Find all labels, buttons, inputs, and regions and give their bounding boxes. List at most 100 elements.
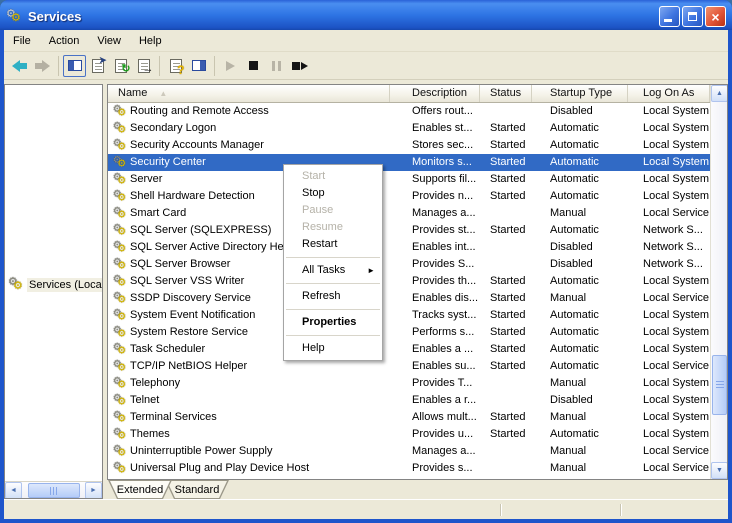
vertical-scrollbar[interactable]: ▲ ▼ [710, 85, 727, 479]
context-menu-item-restart[interactable]: Restart [284, 236, 382, 253]
menu-help[interactable]: Help [130, 32, 171, 50]
table-row[interactable]: ⚙⚙Task Scheduler Enables a ... Started A… [108, 341, 710, 358]
service-status: Started [480, 154, 532, 171]
context-menu-item-all-tasks[interactable]: All Tasks► [284, 262, 382, 279]
column-header-description[interactable]: Description [390, 85, 480, 102]
horizontal-scroll-thumb[interactable] [28, 483, 80, 498]
table-row[interactable]: ⚙⚙Secondary Logon Enables st... Started … [108, 120, 710, 137]
service-name: Telephony [130, 375, 180, 392]
context-menu-item-stop[interactable]: Stop [284, 185, 382, 202]
service-log-on-as: Local System [628, 171, 710, 188]
toolbar-separator [214, 56, 215, 76]
export-list-button[interactable]: → [132, 55, 155, 77]
service-startup-type: Automatic [532, 137, 628, 154]
table-row[interactable]: ⚙⚙SSDP Discovery Service Enables dis... … [108, 290, 710, 307]
scroll-down-button[interactable]: ▼ [711, 462, 728, 479]
service-description: Provides u... [390, 426, 480, 443]
show-console-tree-button[interactable] [63, 55, 86, 77]
properties-button[interactable]: ➤ [86, 55, 109, 77]
sidebar-item-services-local[interactable]: ⚙⚙ Services (Local) [5, 85, 102, 481]
service-description: Supports fil... [390, 171, 480, 188]
menu-view[interactable]: View [88, 32, 130, 50]
service-startup-type: Automatic [532, 324, 628, 341]
table-row[interactable]: ⚙⚙Universal Plug and Play Device Host Pr… [108, 460, 710, 477]
tab-standard[interactable]: Standard [165, 480, 229, 499]
table-row[interactable]: ⚙⚙Terminal Services Allows mult... Start… [108, 409, 710, 426]
table-row[interactable]: ⚙⚙System Restore Service Performs s... S… [108, 324, 710, 341]
context-menu-item-properties[interactable]: Properties [284, 314, 382, 331]
table-row[interactable]: ⚙⚙Smart Card Manages a... Manual Local S… [108, 205, 710, 222]
close-button[interactable]: × [705, 6, 726, 27]
table-row[interactable]: ⚙⚙Themes Provides u... Started Automatic… [108, 426, 710, 443]
service-name: SQL Server Active Directory He [130, 239, 284, 256]
stop-service-button[interactable] [242, 55, 265, 77]
restart-service-button[interactable] [288, 55, 311, 77]
table-row[interactable]: ⚙⚙Server Supports fil... Started Automat… [108, 171, 710, 188]
table-row[interactable]: ⚙⚙Uninterruptible Power Supply Manages a… [108, 443, 710, 460]
context-menu-item-resume: Resume [284, 219, 382, 236]
table-row[interactable]: ⚙⚙SQL Server (SQLEXPRESS) Provides st...… [108, 222, 710, 239]
table-row[interactable]: ⚙⚙Security Accounts Manager Stores sec..… [108, 137, 710, 154]
service-startup-type: Manual [532, 375, 628, 392]
table-row[interactable]: ⚙⚙SQL Server VSS Writer Provides th... S… [108, 273, 710, 290]
maximize-button[interactable] [682, 6, 703, 27]
menu-bar: File Action View Help [4, 30, 728, 52]
table-row[interactable]: ⚙⚙SQL Server Browser Provides S... Disab… [108, 256, 710, 273]
service-description: Enables su... [390, 358, 480, 375]
status-bar-divider [500, 504, 501, 516]
table-row[interactable]: ⚙⚙Telnet Enables a r... Disabled Local S… [108, 392, 710, 409]
refresh-button[interactable]: ↻ [109, 55, 132, 77]
column-header-startup-type[interactable]: Startup Type [532, 85, 628, 102]
scroll-right-button[interactable]: ► [85, 482, 102, 499]
properties-icon: ➤ [92, 59, 104, 73]
sidebar-horizontal-scrollbar[interactable]: ◄ ► [5, 481, 102, 498]
service-name: Task Scheduler [130, 341, 205, 358]
back-button[interactable] [8, 55, 31, 77]
table-row[interactable]: ⚙⚙Shell Hardware Detection Provides n...… [108, 188, 710, 205]
tab-extended[interactable]: Extended [108, 480, 172, 499]
column-header-status[interactable]: Status [480, 85, 532, 102]
service-log-on-as: Local System [628, 426, 710, 443]
service-startup-type: Automatic [532, 341, 628, 358]
view-tabs: Extended Standard [107, 480, 728, 499]
service-startup-type: Disabled [532, 239, 628, 256]
table-row[interactable]: ⚙⚙Routing and Remote Access Offers rout.… [108, 103, 710, 120]
service-description: Enables st... [390, 120, 480, 137]
service-status: Started [480, 188, 532, 205]
help-icon: ? [170, 59, 182, 73]
service-description: Provides T... [390, 375, 480, 392]
service-log-on-as: Local Service [628, 443, 710, 460]
show-action-pane-button[interactable] [187, 55, 210, 77]
help-button[interactable]: ? [164, 55, 187, 77]
table-row[interactable]: ⚙⚙Security Center Monitors s... Started … [108, 154, 710, 171]
scroll-left-button[interactable]: ◄ [5, 482, 22, 499]
table-row[interactable]: ⚙⚙SQL Server Active Directory He Enables… [108, 239, 710, 256]
status-bar [4, 499, 728, 519]
service-status: Started [480, 222, 532, 239]
vertical-scroll-thumb[interactable] [712, 355, 727, 415]
back-icon [12, 60, 27, 72]
toolbar-separator [159, 56, 160, 76]
column-header-name[interactable]: Name▲ [108, 85, 390, 102]
menu-file[interactable]: File [4, 32, 40, 50]
service-gear-icon: ⚙⚙ [113, 343, 127, 357]
service-startup-type: Disabled [532, 103, 628, 120]
service-gear-icon: ⚙⚙ [113, 309, 127, 323]
service-gear-icon: ⚙⚙ [113, 258, 127, 272]
minimize-button[interactable] [659, 6, 680, 27]
service-gear-icon: ⚙⚙ [113, 326, 127, 340]
column-header-log-on-as[interactable]: Log On As [628, 85, 710, 102]
table-row[interactable]: ⚙⚙TCP/IP NetBIOS Helper Enables su... St… [108, 358, 710, 375]
context-menu-item-refresh[interactable]: Refresh [284, 288, 382, 305]
service-startup-type: Disabled [532, 392, 628, 409]
service-gear-icon: ⚙⚙ [113, 156, 127, 170]
context-menu-item-help[interactable]: Help [284, 340, 382, 357]
service-log-on-as: Local System [628, 409, 710, 426]
scroll-up-button[interactable]: ▲ [711, 85, 728, 102]
table-row[interactable]: ⚙⚙System Event Notification Tracks syst.… [108, 307, 710, 324]
menu-action[interactable]: Action [40, 32, 89, 50]
service-log-on-as: Local System [628, 120, 710, 137]
service-description: Offers rout... [390, 103, 480, 120]
table-row[interactable]: ⚙⚙Telephony Provides T... Manual Local S… [108, 375, 710, 392]
title-bar: ⚙⚙ Services × [0, 0, 732, 30]
